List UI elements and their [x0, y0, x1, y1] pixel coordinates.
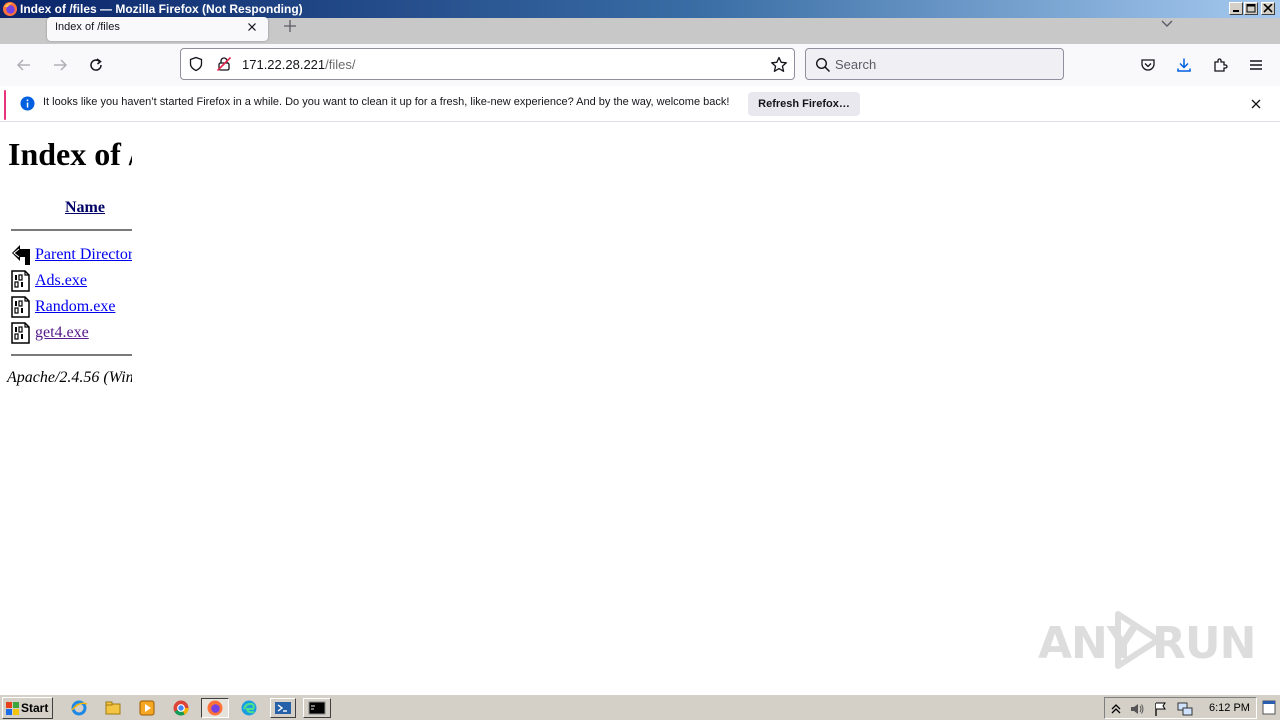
binary-file-icon	[11, 322, 30, 344]
minimize-icon	[1233, 10, 1239, 12]
file-link-random-exe[interactable]: Random.exe	[35, 298, 115, 316]
notification-close-icon[interactable]	[1249, 97, 1263, 111]
puzzle-piece-icon	[1214, 58, 1228, 72]
notification-accent	[4, 90, 6, 120]
refresh-firefox-button[interactable]: Refresh Firefox…	[748, 92, 860, 116]
action-center-flag-icon[interactable]	[1153, 701, 1169, 717]
search-placeholder: Search	[835, 57, 877, 72]
url-bar[interactable]: 171.22.28.221/files/	[180, 48, 795, 80]
file-link-get4-exe[interactable]: get4.exe	[35, 324, 89, 342]
taskbar: Start 6:12 PM	[0, 694, 1280, 720]
tracking-protection-shield-icon[interactable]	[188, 56, 204, 72]
file-link-ads-exe[interactable]: Ads.exe	[35, 272, 87, 290]
page-content: Index of /files Name Parent Directory Ad…	[0, 123, 132, 690]
arrow-right-icon	[54, 59, 68, 71]
cmd-taskbar-button[interactable]	[303, 698, 331, 718]
page-heading: Index of /files	[8, 136, 132, 172]
url-text[interactable]: 171.22.28.221/files/	[242, 57, 355, 72]
window-title: Index of /files — Mozilla Firefox (Not R…	[20, 2, 303, 16]
insecure-lock-icon[interactable]	[216, 56, 232, 72]
ie-taskbar-button[interactable]	[68, 698, 90, 718]
back-button[interactable]	[13, 54, 35, 76]
pocket-icon	[1141, 59, 1155, 71]
show-hidden-icons-icon[interactable]	[1108, 701, 1124, 717]
binary-file-icon	[11, 296, 30, 318]
download-icon	[1177, 58, 1191, 72]
maximize-button[interactable]	[1244, 2, 1258, 15]
hamburger-menu-icon	[1250, 60, 1262, 70]
list-all-tabs-icon[interactable]	[1159, 18, 1175, 30]
divider	[11, 229, 132, 231]
chrome-icon	[173, 700, 189, 716]
edge-icon	[241, 700, 257, 716]
anyrun-watermark: ANY RUN	[1038, 608, 1256, 672]
info-icon	[20, 96, 35, 111]
reload-icon	[90, 58, 102, 71]
extensions-button[interactable]	[1209, 54, 1231, 76]
bookmark-star-icon[interactable]	[770, 56, 788, 74]
network-icon[interactable]	[1177, 701, 1193, 717]
forward-button[interactable]	[49, 54, 71, 76]
start-button[interactable]: Start	[2, 697, 53, 719]
firefox-logo-icon	[3, 2, 17, 16]
show-desktop-icon[interactable]	[1262, 698, 1276, 718]
server-signature: Apache/2.4.56 (Win	[7, 369, 132, 386]
watermark-text-right: RUN	[1152, 618, 1256, 669]
system-tray: 6:12 PM	[1104, 697, 1257, 719]
firefox-icon	[207, 700, 223, 716]
binary-file-icon	[11, 270, 30, 292]
windows-logo-icon	[6, 702, 19, 715]
media-player-icon	[139, 700, 155, 716]
window-title-bar: Index of /files — Mozilla Firefox (Not R…	[0, 0, 1280, 18]
powershell-icon	[275, 702, 291, 714]
name-column-header[interactable]: Name	[65, 199, 105, 217]
parent-directory-link[interactable]: Parent Directory	[35, 246, 132, 264]
close-icon	[1263, 4, 1273, 13]
search-icon	[815, 57, 831, 73]
start-label: Start	[21, 701, 49, 715]
chrome-taskbar-button[interactable]	[170, 698, 192, 718]
arrow-left-icon	[16, 59, 30, 71]
tab-index-of-files[interactable]: Index of /files	[47, 17, 268, 41]
edge-taskbar-button[interactable]	[238, 698, 260, 718]
close-window-button[interactable]	[1261, 2, 1275, 15]
ie-icon	[71, 700, 88, 716]
divider	[11, 354, 132, 356]
notification-message: It looks like you haven’t started Firefo…	[43, 96, 730, 108]
tab-label: Index of /files	[55, 21, 120, 33]
tab-strip: Index of /files	[0, 17, 1280, 44]
pocket-button[interactable]	[1137, 54, 1159, 76]
url-host: 171.22.28.221	[242, 57, 326, 72]
explorer-icon	[105, 701, 121, 715]
firefox-taskbar-button[interactable]	[201, 698, 229, 718]
minimize-button[interactable]	[1229, 2, 1243, 15]
explorer-taskbar-button[interactable]	[102, 698, 124, 718]
new-tab-icon[interactable]	[282, 18, 298, 34]
app-menu-button[interactable]	[1245, 54, 1267, 76]
url-path: /files/	[325, 57, 356, 72]
clock[interactable]: 6:12 PM	[1209, 702, 1250, 714]
cmd-icon	[308, 701, 326, 715]
search-bar[interactable]: Search	[805, 48, 1064, 80]
reload-button[interactable]	[85, 54, 107, 76]
volume-icon[interactable]	[1129, 701, 1145, 717]
tab-close-icon[interactable]	[245, 20, 259, 34]
downloads-button[interactable]	[1173, 54, 1195, 76]
refresh-firefox-notification: It looks like you haven’t started Firefo…	[0, 86, 1280, 122]
back-arrow-icon	[12, 245, 30, 265]
navigation-toolbar: 171.22.28.221/files/ Search	[0, 44, 1280, 86]
media-player-taskbar-button[interactable]	[136, 698, 158, 718]
maximize-icon	[1246, 4, 1256, 13]
powershell-taskbar-button[interactable]	[270, 698, 296, 718]
